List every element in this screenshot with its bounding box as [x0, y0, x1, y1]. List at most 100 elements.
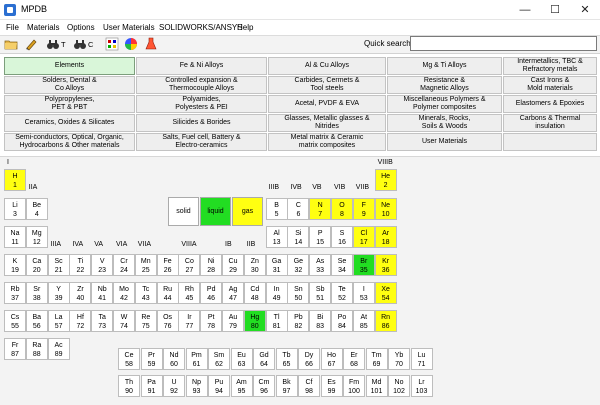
- element-sm[interactable]: Sm 62: [208, 348, 230, 370]
- category-polypropylenes-pet-pbt[interactable]: Polypropylenes, PET & PBT: [4, 95, 135, 113]
- element-th[interactable]: Th 90: [118, 375, 140, 397]
- element-xe[interactable]: Xe 54: [374, 282, 397, 304]
- element-nd[interactable]: Nd 60: [163, 348, 185, 370]
- element-fe[interactable]: Fe 26: [156, 254, 179, 276]
- element-cr[interactable]: Cr 24: [113, 254, 135, 276]
- element-no[interactable]: No 102: [388, 375, 410, 397]
- flask-icon[interactable]: [144, 37, 158, 52]
- element-in[interactable]: In 49: [265, 282, 288, 304]
- open-folder-icon[interactable]: [4, 37, 18, 52]
- element-na[interactable]: Na 11: [4, 226, 26, 248]
- element-mn[interactable]: Mn 25: [134, 254, 157, 276]
- element-re[interactable]: Re 75: [134, 310, 157, 332]
- element-ca[interactable]: Ca 20: [25, 254, 48, 276]
- element-si[interactable]: Si 14: [287, 226, 310, 248]
- element-sb[interactable]: Sb 51: [309, 282, 332, 304]
- element-h[interactable]: H1: [4, 169, 26, 191]
- element-ar[interactable]: Ar 18: [374, 226, 397, 248]
- element-tb[interactable]: Tb 65: [275, 348, 298, 370]
- element-pb[interactable]: Pb 82: [287, 310, 310, 332]
- element-p[interactable]: P 15: [309, 226, 332, 248]
- element-ne[interactable]: Ne 10: [374, 198, 397, 220]
- element-li[interactable]: Li 3: [4, 198, 26, 220]
- element-pd[interactable]: Pd 46: [200, 282, 223, 304]
- element-nb[interactable]: Nb 41: [91, 282, 114, 304]
- element-mg[interactable]: Mg 12: [25, 226, 48, 248]
- element-gd[interactable]: Gd 64: [253, 348, 275, 370]
- element-po[interactable]: Po 84: [331, 310, 353, 332]
- element-n[interactable]: N7: [309, 198, 332, 220]
- category-elastomers-epoxies[interactable]: Elastomers & Epoxies: [503, 95, 597, 113]
- category-salts-fuel-cell-battery-electro-ceramics[interactable]: Salts, Fuel cell, Battery & Electro-cera…: [136, 133, 267, 151]
- category-resistance-magnetic-alloys[interactable]: Resistance & Magnetic Alloys: [387, 76, 502, 94]
- element-ho[interactable]: Ho 67: [320, 348, 343, 370]
- category-polyamides-polyesters-pei[interactable]: Polyamides, Polyesters & PEI: [136, 95, 267, 113]
- element-cu[interactable]: Cu 29: [222, 254, 244, 276]
- chart-icon[interactable]: [105, 37, 119, 52]
- element-zr[interactable]: Zr 40: [69, 282, 92, 304]
- category-controlled-expansion-thermocouple-alloys[interactable]: Controlled expansion & Thermocouple Allo…: [136, 76, 267, 94]
- menu-user-materials[interactable]: User Materials: [101, 20, 157, 35]
- element-es[interactable]: Es 99: [320, 375, 343, 397]
- element-he[interactable]: He 2: [374, 169, 397, 191]
- element-pr[interactable]: Pr 59: [140, 348, 163, 370]
- element-c[interactable]: C6: [287, 198, 310, 220]
- element-pt[interactable]: Pt 78: [200, 310, 223, 332]
- element-er[interactable]: Er 68: [343, 348, 365, 370]
- element-mo[interactable]: Mo 42: [113, 282, 135, 304]
- menu-file[interactable]: File: [4, 20, 21, 35]
- element-ir[interactable]: Ir 77: [178, 310, 201, 332]
- element-co[interactable]: Co 27: [178, 254, 201, 276]
- category-silicides-borides[interactable]: Silicides & Borides: [136, 114, 267, 132]
- binoculars-c-button[interactable]: C: [74, 37, 98, 52]
- element-ce[interactable]: Ce 58: [118, 348, 140, 370]
- element-k[interactable]: K 19: [4, 254, 26, 276]
- element-np[interactable]: Np 93: [185, 375, 208, 397]
- element-i[interactable]: I 53: [352, 282, 375, 304]
- element-la[interactable]: La 57: [47, 310, 70, 332]
- element-te[interactable]: Te 52: [331, 282, 353, 304]
- element-cf[interactable]: Cf 98: [298, 375, 320, 397]
- element-sc[interactable]: Sc 21: [47, 254, 70, 276]
- close-button[interactable]: ✕: [570, 0, 600, 20]
- element-tc[interactable]: Tc 43: [134, 282, 157, 304]
- element-ni[interactable]: Ni 28: [200, 254, 223, 276]
- element-fm[interactable]: Fm 100: [343, 375, 365, 397]
- color-wheel-icon[interactable]: [124, 37, 138, 52]
- category-glasses-metallic-glasses-nitrides[interactable]: Glasses, Metallic glasses & Nitrides: [268, 114, 386, 132]
- element-yb[interactable]: Yb 70: [388, 348, 410, 370]
- category-metal-matrix-ceramic-matrix-composites[interactable]: Metal matrix & Ceramic matrix composites: [268, 133, 386, 151]
- element-ga[interactable]: Ga 31: [265, 254, 288, 276]
- category-acetal-pvdf-eva[interactable]: Acetal, PVDF & EVA: [268, 95, 386, 113]
- element-at[interactable]: At 85: [352, 310, 375, 332]
- element-o[interactable]: O8: [331, 198, 353, 220]
- element-lu[interactable]: Lu 71: [410, 348, 433, 370]
- category-cast-irons-mold-materials[interactable]: Cast Irons & Mold materials: [503, 76, 597, 94]
- category-minerals-rocks-soils-woods[interactable]: Minerals, Rocks, Soils & Woods: [387, 114, 502, 132]
- element-tl[interactable]: Tl 81: [265, 310, 288, 332]
- element-bk[interactable]: Bk 97: [275, 375, 298, 397]
- menu-help[interactable]: Help: [235, 20, 255, 35]
- element-se[interactable]: Se 34: [331, 254, 353, 276]
- element-au[interactable]: Au 79: [222, 310, 244, 332]
- category-miscellaneous-polymers-polymer-composites[interactable]: Miscellaneous Polymers & Polymer composi…: [387, 95, 502, 113]
- element-y[interactable]: Y 39: [47, 282, 70, 304]
- menu-solidworks-ansys[interactable]: SOLIDWORKS/ANSYS: [157, 20, 245, 35]
- minimize-button[interactable]: —: [510, 0, 540, 20]
- element-pa[interactable]: Pa 91: [140, 375, 163, 397]
- element-am[interactable]: Am 95: [230, 375, 253, 397]
- element-cd[interactable]: Cd 48: [243, 282, 266, 304]
- element-sn[interactable]: Sn 50: [287, 282, 310, 304]
- maximize-button[interactable]: ☐: [540, 0, 570, 20]
- category-semi-conductors-optical-organic-hydrocarbons-other-materials[interactable]: Semi-conductors, Optical, Organic, Hydro…: [4, 133, 135, 151]
- element-tm[interactable]: Tm 69: [365, 348, 388, 370]
- element-u[interactable]: U 92: [163, 375, 185, 397]
- category-solders-dental-co-alloys[interactable]: Solders, Dental & Co Alloys: [4, 76, 135, 94]
- element-kr[interactable]: Kr 36: [374, 254, 397, 276]
- category-intermetallics-tbc-refractory-metals[interactable]: Intermetallics, TBC & Refractory metals: [503, 57, 597, 75]
- element-b[interactable]: B5: [265, 198, 288, 220]
- element-al[interactable]: Al 13: [265, 226, 288, 248]
- element-ac[interactable]: Ac 89: [47, 338, 70, 360]
- element-s[interactable]: S 16: [331, 226, 353, 248]
- element-ti[interactable]: Ti 22: [69, 254, 92, 276]
